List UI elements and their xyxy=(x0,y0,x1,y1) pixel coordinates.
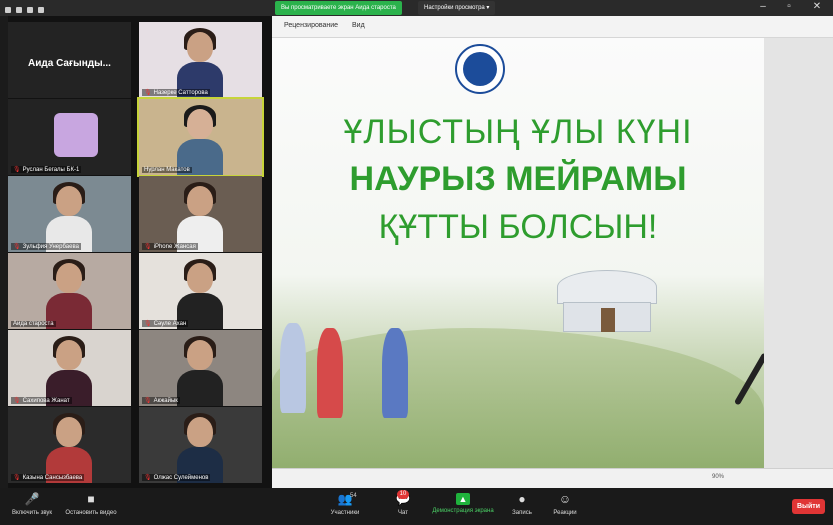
muted-mic-icon: 🎙 xyxy=(13,475,21,481)
muted-mic-icon: 🎙 xyxy=(144,475,152,481)
presentation-status-bar: 90% xyxy=(272,468,833,488)
participant-name: Аида староста xyxy=(13,321,54,327)
participant-video xyxy=(177,413,223,483)
screen-side-pane xyxy=(764,38,833,468)
view-options-button[interactable]: Настройки просмотра ▾ xyxy=(418,1,496,15)
participant-name: Сахипова Жанат xyxy=(22,398,70,404)
dancer-illustration xyxy=(317,328,343,418)
leave-button[interactable]: Выйти xyxy=(792,499,825,514)
slide-title-line-2: НАУРЫЗ МЕЙРАМЫ xyxy=(349,160,687,198)
stop-video-button[interactable]: ■ Остановить видео xyxy=(60,491,122,516)
participant-name: Аида Сағынды... xyxy=(28,58,111,69)
participant-tile-active[interactable]: Нурлан Макатов xyxy=(137,97,264,177)
maximize-icon[interactable]: ▫ xyxy=(784,2,794,12)
muted-mic-icon: 🎙 xyxy=(13,244,21,250)
ribbon-tab-view[interactable]: Вид xyxy=(352,22,365,29)
record-button[interactable]: ● Запись xyxy=(508,491,536,516)
window-top-bar: Вы просматриваете экран Аида староста На… xyxy=(0,0,833,16)
unmute-button[interactable]: 🎤 Включить звук xyxy=(8,491,56,516)
participant-video xyxy=(177,259,223,329)
reaction-icon: ☺ xyxy=(558,492,572,506)
participant-name: iPhone Жансая xyxy=(153,244,196,250)
participant-video xyxy=(177,182,223,252)
slide-title-line-1: ҰЛЫСТЫҢ ҰЛЫ КҮНІ xyxy=(343,113,693,151)
reactions-button[interactable]: ☺ Реакции xyxy=(550,491,580,516)
record-icon: ● xyxy=(518,492,526,506)
participant-name: Казына Сансызбаева xyxy=(22,475,83,481)
yurt-illustration xyxy=(557,270,657,332)
viewing-banner[interactable]: Вы просматриваете экран Аида староста xyxy=(275,1,402,15)
participant-name: Нурлан Макатов xyxy=(144,167,190,173)
muted-mic-icon: 🎙 xyxy=(13,167,21,173)
dancer-illustration xyxy=(280,323,306,413)
participant-tile[interactable]: 🎙 Казына Сансызбаева xyxy=(8,407,131,483)
participant-name: Руслан Бегалы БК-1 xyxy=(22,167,80,173)
participant-name: Олжас Сулейменов xyxy=(153,475,209,481)
dancer-illustration xyxy=(382,328,408,418)
close-icon[interactable]: ✕ xyxy=(812,2,822,12)
participant-tile[interactable]: Аида Сағынды... xyxy=(8,22,131,98)
participant-video xyxy=(177,105,223,175)
chat-button[interactable]: 💬 10 Чат xyxy=(390,490,416,516)
slide-title-line-3: ҚҰТТЫ БОЛСЫН! xyxy=(378,208,658,246)
video-gallery: Аида Сағынды... 🎙 Назерке Сатторова 🎙 Русл… xyxy=(8,16,272,488)
participant-video xyxy=(46,182,92,252)
zoom-window: Вы просматриваете экран Аида староста На… xyxy=(0,0,833,525)
minimize-icon[interactable]: – xyxy=(758,2,768,12)
share-screen-button[interactable]: ▲ Демонстрация экрана xyxy=(428,491,498,514)
ribbon-tab-review[interactable]: Рецензирование xyxy=(284,22,338,29)
participants-icon: 👥 xyxy=(337,492,353,506)
participant-video xyxy=(46,259,92,329)
participant-name: Зульфия Унербаева xyxy=(22,244,79,250)
participant-tile[interactable]: Аида староста xyxy=(8,253,131,329)
presentation-slide: ҰЛЫСТЫҢ ҰЛЫ КҮНІ НАУРЫЗ МЕЙРАМЫ ҚҰТТЫ БО… xyxy=(272,38,764,468)
participant-tile[interactable]: 🎙 Назерке Сатторова xyxy=(139,22,262,98)
participant-tile[interactable]: 🎙 Олжас Сулейменов xyxy=(139,407,262,483)
muted-mic-icon: 🎙 xyxy=(144,398,152,404)
muted-mic-icon: 🎙 xyxy=(144,244,152,250)
chat-badge: 10 xyxy=(397,490,409,499)
hills-illustration xyxy=(272,328,764,468)
participant-tile[interactable]: 🎙 Руслан Бегалы БК-1 xyxy=(8,99,131,175)
video-camera-icon: ■ xyxy=(87,492,95,506)
mic-muted-icon: 🎤 xyxy=(24,492,40,506)
muted-mic-icon: 🎙 xyxy=(144,321,152,327)
participant-tile[interactable]: 🎙 Акжайык xyxy=(139,330,262,406)
presentation-ribbon: Рецензирование Вид xyxy=(272,16,833,38)
participant-video xyxy=(46,413,92,483)
participant-name: Акжайык xyxy=(153,398,178,404)
participants-count: 54 xyxy=(350,493,357,499)
zoom-level[interactable]: 90% xyxy=(712,474,724,480)
avatar xyxy=(54,113,98,157)
shared-screen: Рецензирование Вид ҰЛЫСТЫҢ ҰЛЫ КҮНІ НАУР… xyxy=(272,16,833,488)
participant-video xyxy=(177,336,223,406)
participant-tile[interactable]: 🎙 Зульфия Унербаева xyxy=(8,176,131,252)
share-screen-icon: ▲ xyxy=(456,493,470,505)
participant-tile[interactable]: 🎙 Сәуле Ахан xyxy=(139,253,262,329)
participant-tile[interactable]: 🎙 iPhone Жансая xyxy=(139,176,262,252)
muted-mic-icon: 🎙 xyxy=(13,398,21,404)
meeting-toolbar: 🎤 Включить звук ■ Остановить видео 👥 54 … xyxy=(0,488,833,525)
muted-mic-icon: 🎙 xyxy=(144,90,152,96)
participant-video xyxy=(46,336,92,406)
participant-tile[interactable]: 🎙 Сахипова Жанат xyxy=(8,330,131,406)
participant-name: Сәуле Ахан xyxy=(153,321,187,327)
participants-button[interactable]: 👥 54 Участники xyxy=(325,491,365,516)
participant-video xyxy=(177,28,223,98)
participant-name: Назерке Сатторова xyxy=(153,90,208,96)
university-emblem-icon xyxy=(455,44,505,94)
